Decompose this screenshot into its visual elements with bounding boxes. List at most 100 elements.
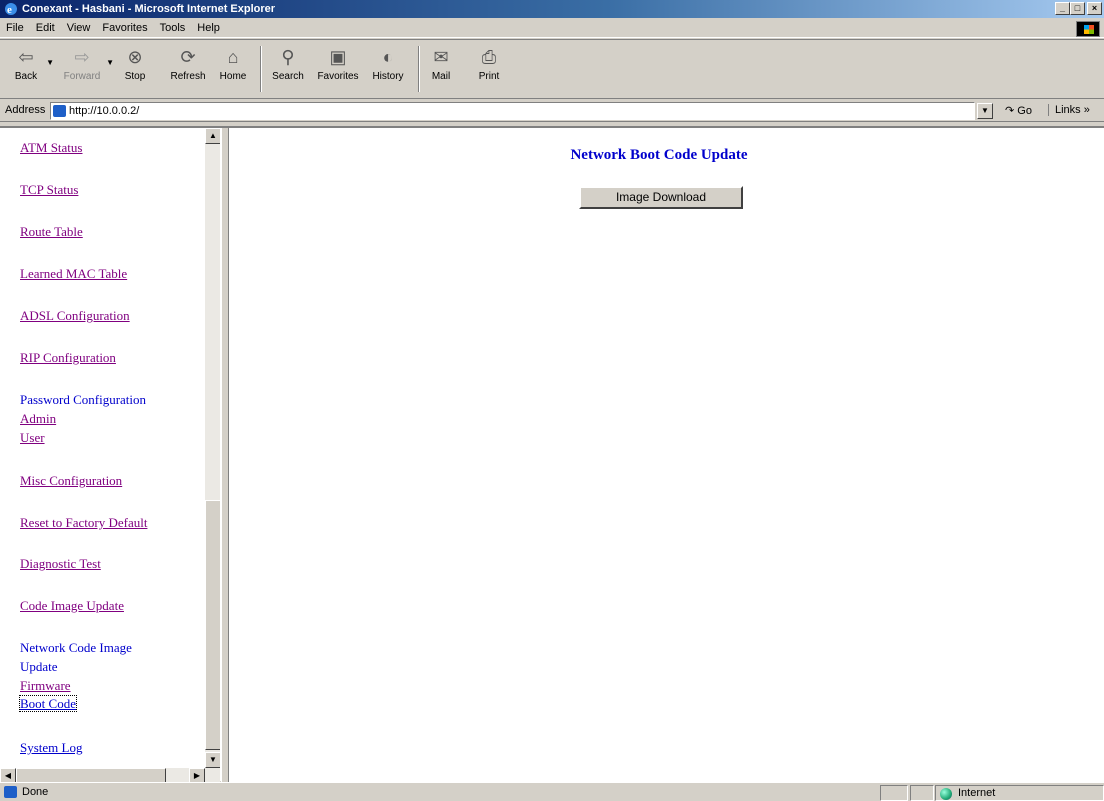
refresh-button[interactable]: ⟳ Refresh (166, 44, 210, 96)
content-area: ATM Status TCP Status Route Table Learne… (0, 126, 1104, 783)
nav-link-firmware[interactable]: Firmware (20, 678, 71, 693)
menu-favorites[interactable]: Favorites (102, 22, 147, 34)
nav-link-misc-config[interactable]: Misc Configuration (20, 473, 122, 488)
search-button[interactable]: ⚲ Search (266, 44, 310, 96)
vertical-scroll-thumb[interactable] (205, 500, 220, 750)
address-input[interactable]: http://10.0.0.2/ (50, 102, 975, 120)
address-url: http://10.0.0.2/ (69, 105, 140, 117)
nav-link-diagnostic[interactable]: Diagnostic Test (20, 556, 101, 571)
nav-link-code-image[interactable]: Code Image Update (20, 598, 124, 613)
nav-link-tcp-status[interactable]: TCP Status (20, 182, 78, 197)
nav-link-reset-factory[interactable]: Reset to Factory Default (20, 515, 147, 530)
minimize-button[interactable]: _ (1055, 2, 1070, 15)
menu-tools[interactable]: Tools (160, 22, 186, 34)
nav-item-code-image: Code Image Update (20, 598, 124, 614)
nav-link-user[interactable]: User (20, 430, 45, 445)
nav-item-admin: Admin (20, 411, 56, 427)
nav-item-firmware: Firmware (20, 678, 71, 694)
nav-link-adsl-config[interactable]: ADSL Configuration (20, 308, 130, 323)
nav-link-rip-config[interactable]: RIP Configuration (20, 350, 116, 365)
status-bar: Done Internet (0, 782, 1104, 801)
stop-button[interactable]: ⊗ Stop (118, 44, 152, 96)
horizontal-scroll-thumb[interactable] (16, 768, 166, 783)
scroll-up-icon[interactable]: ▲ (205, 128, 220, 144)
favorites-icon: ▣ (329, 47, 347, 67)
scroll-down-icon[interactable]: ▼ (205, 752, 220, 768)
favorites-label: Favorites (317, 71, 359, 82)
nav-item-misc-config: Misc Configuration (20, 473, 122, 489)
maximize-button[interactable]: □ (1070, 2, 1085, 15)
nav-link-route-table[interactable]: Route Table (20, 224, 83, 239)
network-code-heading-line2: Update (20, 659, 58, 674)
links-label: Links (1055, 104, 1081, 116)
frame-divider[interactable] (221, 128, 229, 783)
menu-file[interactable]: File (6, 22, 24, 34)
history-icon: ◐ (382, 47, 394, 67)
nav-link-learned-mac[interactable]: Learned MAC Table (20, 266, 127, 281)
password-config-heading: Password Configuration (20, 392, 147, 407)
scroll-right-icon[interactable]: ▶ (189, 768, 205, 783)
scroll-left-icon[interactable]: ◀ (0, 768, 16, 783)
stop-icon: ⊗ (127, 47, 143, 67)
windows-logo-icon (1076, 21, 1100, 37)
mail-button[interactable]: ✉ Mail (424, 44, 458, 96)
forward-arrow-icon: ⇨ (74, 47, 90, 67)
home-label: Home (219, 71, 247, 82)
nav-vertical-scrollbar[interactable]: ▲ ▼ (205, 128, 220, 768)
nav-item-boot-code: Boot Code (19, 695, 77, 712)
nav-item-user: User (20, 430, 45, 446)
forward-button[interactable]: ⇨ Forward ▼ (60, 44, 114, 96)
status-text: Done (22, 786, 49, 798)
nav-item-system-log: System Log (20, 740, 82, 756)
nav-item-password-config: Password Configuration (20, 392, 146, 408)
nav-item-adsl-config: ADSL Configuration (20, 308, 130, 324)
nav-horizontal-scrollbar[interactable]: ◀ ▶ (0, 768, 220, 783)
nav-item-network-code-heading-2: Update (20, 659, 58, 675)
close-button[interactable]: × (1087, 2, 1102, 15)
address-bar: Address http://10.0.0.2/ ▼ ↷ Go Links » (0, 100, 1104, 122)
image-download-button[interactable]: Image Download (579, 186, 743, 209)
mail-label: Mail (431, 71, 451, 82)
nav-item-reset-factory: Reset to Factory Default (20, 515, 147, 531)
address-dropdown-button[interactable]: ▼ (977, 103, 993, 119)
go-button[interactable]: ↷ Go (1005, 104, 1032, 117)
menu-view[interactable]: View (67, 22, 91, 34)
status-panel (880, 785, 908, 801)
back-button[interactable]: ⇦ Back ▼ (8, 44, 54, 96)
chevron-right-icon: » (1083, 104, 1090, 116)
nav-link-admin[interactable]: Admin (20, 411, 56, 426)
back-label: Back (14, 71, 38, 82)
search-icon: ⚲ (281, 47, 295, 67)
home-icon: ⌂ (227, 47, 239, 67)
go-label: Go (1017, 105, 1032, 117)
mail-icon: ✉ (433, 47, 449, 67)
print-button[interactable]: ⎙ Print (472, 44, 506, 96)
title-bar: e Conexant - Hasbani - Microsoft Interne… (0, 0, 1104, 18)
ie-logo-icon: e (5, 3, 17, 16)
globe-icon (940, 788, 952, 800)
address-label: Address (5, 104, 46, 116)
zone-label: Internet (958, 787, 996, 799)
refresh-label: Refresh (170, 71, 206, 82)
nav-link-boot-code[interactable]: Boot Code (19, 695, 77, 712)
chevron-down-icon: ▼ (106, 58, 114, 67)
network-code-heading-line1: Network Code Image (20, 640, 132, 655)
history-button[interactable]: ◐ History (366, 44, 410, 96)
nav-link-atm-status[interactable]: ATM Status (20, 140, 82, 155)
main-frame: Network Boot Code Update Image Download (229, 128, 1104, 783)
window-title: Conexant - Hasbani - Microsoft Internet … (22, 3, 276, 15)
menu-help[interactable]: Help (197, 22, 220, 34)
stop-label: Stop (124, 71, 146, 82)
page-icon (53, 105, 66, 117)
chevron-down-icon: ▼ (46, 58, 54, 67)
nav-item-route-table: Route Table (20, 224, 83, 240)
nav-link-system-log[interactable]: System Log (20, 740, 82, 755)
svg-text:e: e (7, 4, 12, 16)
history-label: History (372, 71, 404, 82)
back-arrow-icon: ⇦ (18, 47, 34, 67)
nav-item-network-code-heading: Network Code Image (20, 640, 132, 656)
favorites-button[interactable]: ▣ Favorites (312, 44, 364, 96)
menu-edit[interactable]: Edit (36, 22, 55, 34)
links-button[interactable]: Links » (1048, 104, 1090, 116)
home-button[interactable]: ⌂ Home (216, 44, 250, 96)
